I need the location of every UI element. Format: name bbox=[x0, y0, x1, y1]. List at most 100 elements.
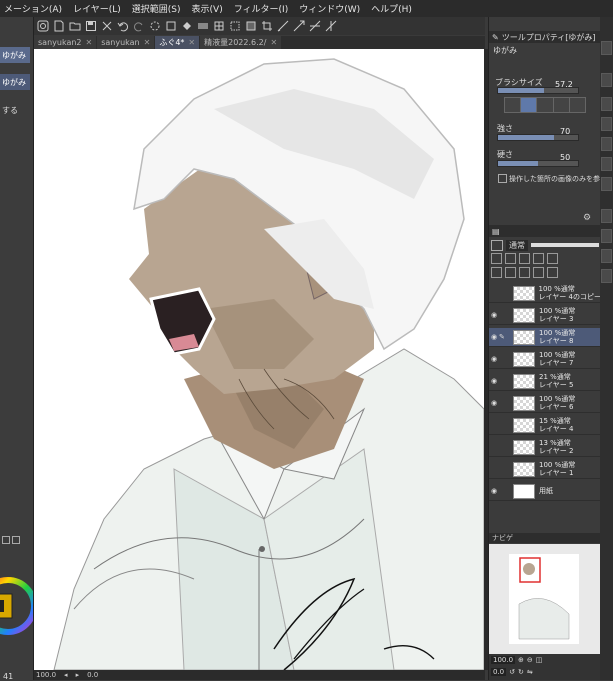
zoom-out-icon[interactable]: ◂ bbox=[64, 671, 68, 679]
tool-settings-icon[interactable]: ⚙ bbox=[583, 213, 591, 223]
ruler-snap-icon[interactable] bbox=[292, 19, 306, 33]
opacity-slider[interactable] bbox=[531, 243, 599, 247]
navigator-preview[interactable] bbox=[489, 544, 601, 654]
app-logo-icon[interactable] bbox=[36, 19, 50, 33]
rotate-right-icon[interactable]: ↻ bbox=[518, 668, 524, 676]
trash-icon[interactable] bbox=[12, 536, 20, 544]
mode-push-icon[interactable] bbox=[505, 98, 522, 112]
delete-layer-icon[interactable] bbox=[547, 267, 558, 278]
new-folder-icon[interactable] bbox=[519, 267, 530, 278]
dock-button[interactable] bbox=[601, 157, 612, 171]
mask-icon[interactable] bbox=[547, 253, 558, 264]
transform-icon[interactable] bbox=[164, 19, 178, 33]
close-icon[interactable]: ✕ bbox=[144, 38, 151, 47]
dock-button[interactable] bbox=[601, 269, 612, 283]
menu-item-layer[interactable]: レイヤー(L) bbox=[69, 2, 128, 15]
dock-button[interactable] bbox=[601, 229, 612, 243]
layer-row[interactable]: 100 %通常 レイヤー 1 bbox=[489, 460, 601, 479]
dock-button[interactable] bbox=[601, 41, 612, 55]
dock-button[interactable] bbox=[601, 137, 612, 151]
redo-icon[interactable] bbox=[132, 19, 146, 33]
eye-icon[interactable]: ◉ bbox=[489, 399, 499, 407]
layer-row[interactable]: 13 %通常 レイヤー 2 bbox=[489, 438, 601, 457]
special-ruler-icon[interactable] bbox=[324, 19, 338, 33]
grid-snap-icon[interactable] bbox=[308, 19, 322, 33]
pen-icon[interactable]: ✎ bbox=[499, 333, 509, 341]
undo-icon[interactable] bbox=[116, 19, 130, 33]
eye-icon[interactable]: ◉ bbox=[489, 487, 499, 495]
new-raster-layer-icon[interactable] bbox=[491, 267, 502, 278]
mode-twist-right-icon[interactable] bbox=[570, 98, 585, 112]
layer-row[interactable]: 15 %通常 レイヤー 4 bbox=[489, 416, 601, 435]
mode-twist-left-icon[interactable] bbox=[554, 98, 570, 112]
strength-value[interactable]: 70 bbox=[560, 127, 570, 136]
clear-icon[interactable] bbox=[100, 19, 114, 33]
eye-icon[interactable]: ◉ bbox=[489, 377, 499, 385]
loading-spinner-icon[interactable] bbox=[148, 19, 162, 33]
fit-icon[interactable]: ◫ bbox=[536, 656, 543, 664]
drawing-canvas[interactable] bbox=[34, 49, 484, 670]
rotation-readout[interactable]: 0.0 bbox=[87, 671, 98, 679]
dock-button[interactable] bbox=[601, 209, 612, 223]
zoom-in-icon[interactable]: ⊕ bbox=[518, 656, 524, 664]
flip-icon[interactable]: ⇋ bbox=[527, 668, 533, 676]
tab-seieki[interactable]: 精液量2022.6.2/✕ bbox=[200, 36, 282, 49]
fill-bucket-icon[interactable] bbox=[180, 19, 194, 33]
lock-icon[interactable] bbox=[533, 253, 544, 264]
menu-item-window[interactable]: ウィンドウ(W) bbox=[295, 2, 367, 15]
clip-icon[interactable] bbox=[491, 253, 502, 264]
menu-item-view[interactable]: 表示(V) bbox=[188, 2, 230, 15]
dock-button[interactable] bbox=[601, 73, 612, 87]
new-file-icon[interactable] bbox=[52, 19, 66, 33]
dock-button[interactable] bbox=[601, 249, 612, 263]
invert-selection-icon[interactable] bbox=[244, 19, 258, 33]
close-icon[interactable]: ✕ bbox=[270, 38, 277, 47]
subtool-selected-liquify[interactable]: ゆがみ bbox=[0, 74, 30, 90]
close-icon[interactable]: ✕ bbox=[86, 38, 93, 47]
lock-transparency-icon[interactable] bbox=[212, 19, 226, 33]
layer-row[interactable]: ◉ 100 %通常 レイヤー 7 bbox=[489, 350, 601, 369]
dock-button[interactable] bbox=[601, 97, 612, 111]
eye-icon[interactable]: ◉ bbox=[489, 333, 499, 341]
eye-icon[interactable]: ◉ bbox=[489, 311, 499, 319]
menu-item-animation[interactable]: メーション(A) bbox=[0, 2, 69, 15]
menu-item-help[interactable]: ヘルプ(H) bbox=[367, 2, 419, 15]
save-icon[interactable] bbox=[84, 19, 98, 33]
close-icon[interactable]: ✕ bbox=[188, 38, 195, 47]
mode-expand-icon[interactable] bbox=[521, 98, 538, 112]
ruler-pen-icon[interactable] bbox=[276, 19, 290, 33]
liquify-mode-selector[interactable] bbox=[504, 97, 586, 113]
ref-layer-icon[interactable] bbox=[505, 253, 516, 264]
layer-row[interactable]: ◉ 21 %通常 レイヤー 5 bbox=[489, 372, 601, 391]
merge-down-icon[interactable] bbox=[533, 267, 544, 278]
zoom-out-icon[interactable]: ⊖ bbox=[527, 656, 533, 664]
ref-edited-checkbox[interactable] bbox=[498, 174, 507, 183]
selection-clear-icon[interactable] bbox=[228, 19, 242, 33]
layer-color-icon[interactable] bbox=[491, 239, 503, 251]
tab-fugu4-active[interactable]: ふぐ4* ✕ bbox=[155, 36, 200, 49]
blend-mode-select[interactable]: 通常 bbox=[506, 239, 528, 251]
tab-sanyukan[interactable]: sanyukan ✕ bbox=[97, 36, 155, 49]
zoom-readout[interactable]: 100.0 bbox=[36, 671, 56, 679]
crop-icon[interactable] bbox=[260, 19, 274, 33]
rotate-left-icon[interactable]: ↺ bbox=[509, 668, 515, 676]
new-vector-layer-icon[interactable] bbox=[505, 267, 516, 278]
open-file-icon[interactable] bbox=[68, 19, 82, 33]
layer-row[interactable]: ◉ 100 %通常 レイヤー 6 bbox=[489, 394, 601, 413]
menu-item-filter[interactable]: フィルター(I) bbox=[230, 2, 296, 15]
dock-button[interactable] bbox=[601, 177, 612, 191]
subtool-item-liquify[interactable]: ゆがみ bbox=[0, 47, 30, 63]
copy-icon[interactable] bbox=[2, 536, 10, 544]
color-wheel[interactable] bbox=[0, 566, 33, 666]
eye-icon[interactable]: ◉ bbox=[489, 355, 499, 363]
layer-row[interactable]: ◉ ✎ 100 %通常 レイヤー 8 bbox=[489, 328, 601, 347]
navigator-zoom-value[interactable]: 100.0 bbox=[491, 656, 516, 664]
brush-size-value[interactable]: 57.2 bbox=[555, 80, 573, 89]
layer-row[interactable]: ◉ 100 %通常 レイヤー 3 bbox=[489, 306, 601, 325]
layer-row[interactable]: 100 %通常 レイヤー 4のコピー bbox=[489, 284, 601, 303]
mode-shrink-icon[interactable] bbox=[537, 98, 554, 112]
dock-button[interactable] bbox=[601, 117, 612, 131]
layer-row[interactable]: ◉ 用紙 bbox=[489, 482, 601, 501]
menu-item-selection[interactable]: 選択範囲(S) bbox=[128, 2, 188, 15]
navigator-rotation-value[interactable]: 0.0 bbox=[491, 668, 507, 676]
